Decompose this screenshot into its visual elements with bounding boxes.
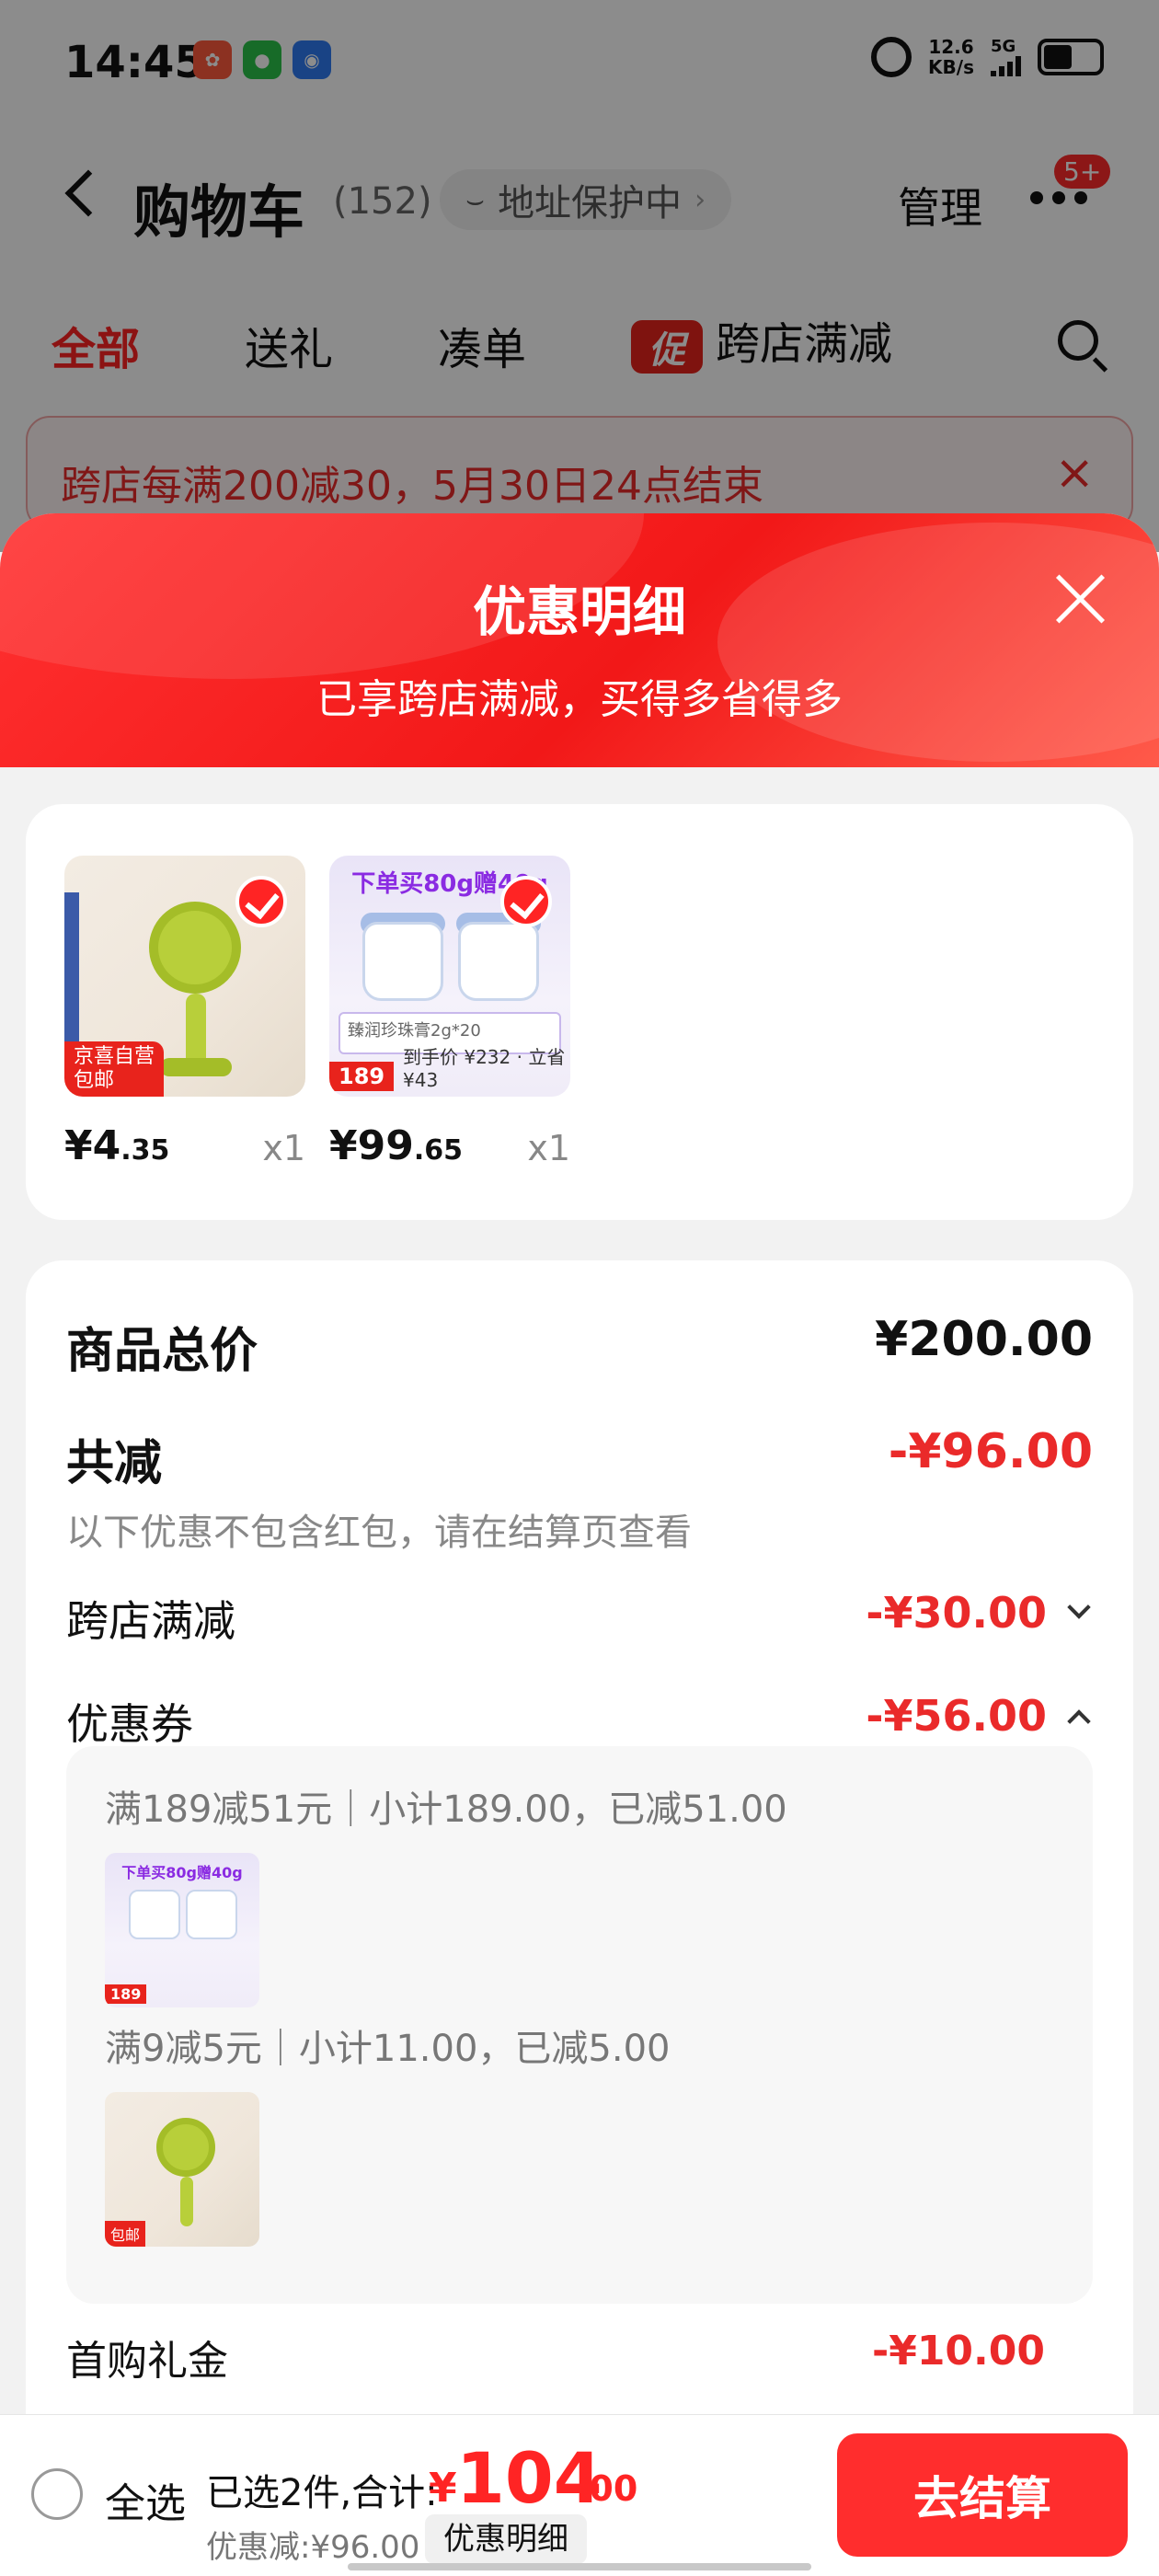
first-purchase-value: -¥10.00: [871, 2328, 1045, 2375]
coupon-value: -¥56.00: [866, 1691, 1047, 1741]
close-icon[interactable]: [1052, 570, 1107, 626]
product-image-fan: 京喜自营 包邮: [64, 856, 305, 1097]
discount-text: 优惠减:¥96.00: [206, 2529, 420, 2566]
first-purchase-label: 首购礼金: [66, 2338, 228, 2385]
price-summary-card: 商品总价 ¥200.00 共减 -¥96.00 以下优惠不包含红包，请在结算页查…: [26, 1260, 1133, 2576]
total-currency: ¥: [429, 2465, 457, 2512]
free-shipping-tag: 京喜自营 包邮: [64, 1041, 165, 1097]
product-quantity: x1: [527, 1128, 570, 1168]
check-icon: [500, 876, 552, 927]
select-all-label[interactable]: 全选: [105, 2470, 186, 2529]
home-indicator: [348, 2563, 811, 2570]
product-price: ¥4.35: [64, 1122, 170, 1169]
cross-store-value: -¥30.00: [866, 1588, 1047, 1638]
product-item-fan[interactable]: 京喜自营 包邮 ¥4.35 x1: [64, 856, 305, 1169]
reduce-hint: 以下优惠不包含红包，请在结算页查看: [66, 1512, 692, 1554]
select-all-radio[interactable]: [31, 2468, 83, 2520]
product-price: ¥99.65: [329, 1122, 464, 1169]
selected-count-text: 已选2件,合计:: [206, 2472, 438, 2514]
sheet-title: 优惠明细: [472, 581, 686, 643]
total-price-value: ¥200.00: [875, 1312, 1093, 1367]
modal-overlay[interactable]: [0, 0, 1159, 552]
sheet-subtitle: 已享跨店满减，买得多省得多: [316, 676, 843, 723]
cross-store-row[interactable]: 跨店满减 -¥30.00: [66, 1588, 1093, 1649]
discount-detail-sheet: 优惠明细 已享跨店满减，买得多省得多 京喜自营 包邮 ¥4.35 x1 下单买8…: [0, 513, 1159, 2576]
total-price-row: 商品总价 ¥200.00: [66, 1312, 1093, 1381]
coupon-thumb-fan: 包邮: [105, 2092, 259, 2247]
coupon-row[interactable]: 优惠券 -¥56.00: [66, 1691, 1093, 1752]
product-item-cream[interactable]: 下单买80g赠40g 臻润珍珠膏2g*20 189 到手价 ¥232 · 立省 …: [329, 856, 570, 1169]
coupon-line-2: 满9减5元｜小计11.00，已减5.00: [105, 2028, 671, 2070]
checkout-bar: 全选 已选2件,合计: ¥ 104 .00 优惠减:¥96.00 优惠明细 去结…: [0, 2414, 1159, 2576]
product-quantity: x1: [262, 1128, 305, 1168]
coupon-detail-box: 满189减51元｜小计189.00，已减51.00 下单买80g赠40g 189…: [66, 1746, 1093, 2304]
total-reduce-value: -¥96.00: [888, 1424, 1093, 1479]
selected-products-card: 京喜自营 包邮 ¥4.35 x1 下单买80g赠40g 臻润珍珠膏2g*20 1…: [26, 804, 1133, 1220]
product-image-cream: 下单买80g赠40g 臻润珍珠膏2g*20 189 到手价 ¥232 · 立省 …: [329, 856, 570, 1097]
discount-detail-button[interactable]: 优惠明细: [425, 2514, 587, 2564]
coupon-thumb-cream: 下单买80g赠40g 189: [105, 1853, 259, 2007]
checkout-button[interactable]: 去结算: [837, 2433, 1128, 2557]
sheet-header: 优惠明细 已享跨店满减，买得多省得多: [0, 513, 1159, 767]
coupon-line-1: 满189减51元｜小计189.00，已减51.00: [105, 1788, 787, 1831]
total-reduce-row: 共减 -¥96.00 以下优惠不包含红包，请在结算页查看: [66, 1424, 1093, 1556]
check-icon: [235, 876, 287, 927]
total-amount-decimal: .00: [576, 2468, 638, 2509]
